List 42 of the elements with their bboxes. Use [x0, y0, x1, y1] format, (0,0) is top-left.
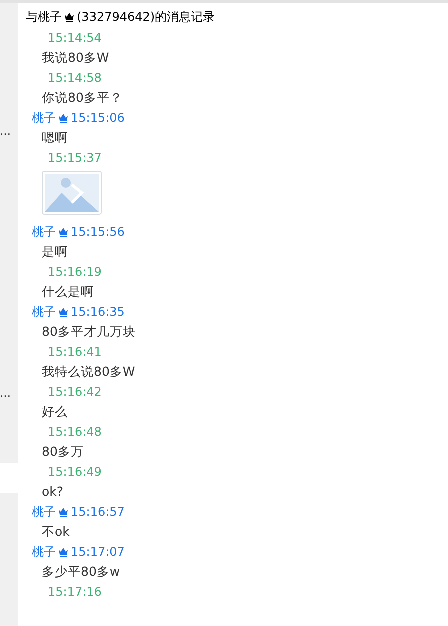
ellipsis: … — [0, 127, 11, 137]
sender-time: 15:16:57 — [71, 504, 125, 521]
message-time: 15:16:48 — [48, 425, 102, 439]
ellipsis: … — [0, 389, 11, 399]
message-text: 什么是啊 — [42, 283, 94, 301]
sender-name: 桃子 — [32, 544, 56, 561]
crown-icon — [64, 12, 75, 22]
message-text: 80多平才几万块 — [42, 323, 136, 341]
message-time: 15:16:42 — [48, 385, 102, 399]
title-text: (332794642)的消息记录 — [77, 9, 216, 26]
message-text: 我说80多W — [42, 49, 110, 67]
sender-time: 15:15:06 — [71, 110, 125, 127]
crown-icon — [58, 113, 69, 123]
message-time: 15:15:37 — [48, 151, 102, 165]
message-text: 多少平80多w — [42, 563, 120, 581]
sender-name: 桃子 — [32, 224, 56, 241]
message-time: 15:16:41 — [48, 345, 102, 359]
message-text: 你说80多平？ — [42, 89, 123, 107]
sender-name: 桃子 — [32, 304, 56, 321]
sender-time: 15:16:35 — [71, 304, 125, 321]
message-time: 15:17:16 — [48, 585, 102, 599]
sender-time: 15:17:07 — [71, 544, 125, 561]
message-text: 我特么说80多W — [42, 363, 136, 381]
message-text: 嗯啊 — [42, 129, 68, 147]
message-text: 80多万 — [42, 443, 84, 461]
sender-name: 桃子 — [32, 110, 56, 127]
sender-name: 桃子 — [32, 504, 56, 521]
crown-icon — [58, 227, 69, 237]
message-time: 15:16:19 — [48, 265, 102, 279]
image-placeholder-icon[interactable] — [42, 171, 102, 215]
crown-icon — [58, 307, 69, 317]
message-time: 15:16:49 — [48, 465, 102, 479]
message-text: 好么 — [42, 403, 68, 421]
message-text: ok? — [42, 483, 64, 501]
crown-icon — [58, 507, 69, 517]
sender-time: 15:15:56 — [71, 224, 125, 241]
crown-icon — [58, 547, 69, 557]
message-text: 是啊 — [42, 243, 68, 261]
title-name: 与桃子 — [26, 9, 62, 26]
message-text: 不ok — [42, 523, 70, 541]
message-time: 15:14:58 — [48, 71, 102, 85]
message-time: 15:14:54 — [48, 31, 102, 45]
